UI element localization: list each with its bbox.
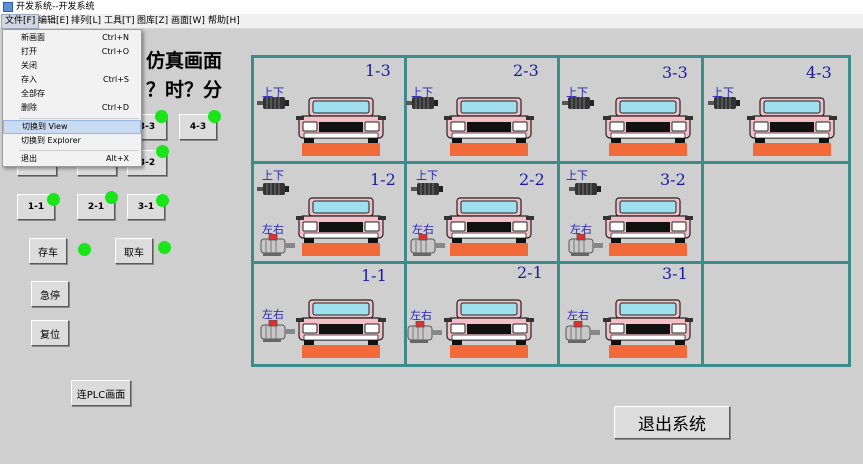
- menu-bar: 文件[F] 编辑[E] 排列[L] 工具[T] 图库[Z] 画面[W] 帮助[H…: [0, 14, 863, 29]
- slot-label-3-2: 3-2: [660, 170, 686, 189]
- screen-title: 仿真画面: [146, 50, 223, 72]
- car-icon: [296, 190, 386, 256]
- menu-item-save-all[interactable]: 全部存: [3, 87, 141, 101]
- menu-item-shortcut: Ctrl+S: [102, 75, 129, 84]
- traverse-motor-icon: [567, 234, 603, 256]
- menu-item-shortcut: Ctrl+N: [102, 33, 129, 42]
- menu-item-label: 删除: [21, 103, 37, 112]
- menu-item-label: 全部存: [21, 89, 45, 98]
- slot-label-1-2: 1-2: [370, 170, 396, 189]
- menu-item-label: 切换到 View: [22, 122, 68, 131]
- grid-divider: [557, 58, 560, 364]
- menu-item-close[interactable]: 关闭: [3, 59, 141, 73]
- grid-divider: [254, 261, 848, 264]
- menu-item-label: 打开: [21, 47, 37, 56]
- up-down-label: 上下: [566, 169, 588, 182]
- menu-item-switch-view[interactable]: 切换到 View: [3, 120, 141, 134]
- traverse-motor-icon: [259, 234, 295, 256]
- emergency-stop-button[interactable]: 急停: [31, 281, 69, 307]
- up-down-label: 上下: [262, 169, 284, 182]
- reset-button[interactable]: 复位: [31, 320, 69, 346]
- file-menu-dropdown: 新画面 Ctrl+N 打开 Ctrl+O 关闭 存入 Ctrl+S 全部存 删除…: [2, 29, 142, 167]
- menu-separator: [19, 118, 139, 119]
- app-icon: [3, 2, 13, 12]
- menu-item-label: 存入: [21, 75, 37, 84]
- indicator-3-3: [155, 110, 168, 123]
- car-icon: [296, 90, 386, 156]
- car-icon: [444, 90, 534, 156]
- menu-item-delete[interactable]: 删除 Ctrl+D: [3, 101, 141, 115]
- up-down-label: 上下: [416, 169, 438, 182]
- menu-item-switch-explorer[interactable]: 切换到 Explorer: [3, 134, 141, 148]
- lift-motor-icon: [562, 96, 594, 110]
- slot-label-3-3: 3-3: [662, 63, 688, 82]
- menu-screen[interactable]: 画面[W]: [168, 14, 208, 29]
- menu-tools[interactable]: 工具[T]: [101, 14, 138, 29]
- car-icon: [603, 90, 693, 156]
- menu-item-shortcut: Ctrl+O: [101, 47, 129, 56]
- car-icon: [603, 292, 693, 358]
- slot-label-1-1: 1-1: [361, 266, 387, 285]
- menu-item-open[interactable]: 打开 Ctrl+O: [3, 45, 141, 59]
- menu-item-shortcut: Ctrl+D: [101, 103, 129, 112]
- menu-arrange[interactable]: 排列[L]: [68, 14, 104, 29]
- menu-file[interactable]: 文件[F]: [1, 14, 40, 29]
- grid-divider: [701, 58, 704, 364]
- car-icon: [444, 292, 534, 358]
- menu-item-new-screen[interactable]: 新画面 Ctrl+N: [3, 31, 141, 45]
- menu-item-shortcut: Alt+X: [105, 154, 129, 163]
- exit-system-button[interactable]: 退出系统: [614, 406, 730, 439]
- menu-help[interactable]: 帮助[H]: [205, 14, 243, 29]
- retrieve-indicator: [158, 241, 171, 254]
- slot-label-3-1: 3-1: [662, 264, 688, 283]
- menu-item-save[interactable]: 存入 Ctrl+S: [3, 73, 141, 87]
- menu-item-label: 切换到 Explorer: [21, 136, 81, 145]
- indicator-2-1: [105, 191, 118, 204]
- lift-motor-icon: [411, 182, 443, 196]
- traverse-motor-icon: [409, 234, 445, 256]
- menu-item-label: 退出: [21, 154, 37, 163]
- grid-divider: [254, 161, 848, 164]
- menu-item-exit[interactable]: 退出 Alt+X: [3, 152, 141, 166]
- indicator-4-3: [208, 110, 221, 123]
- menu-item-label: 关闭: [21, 61, 37, 70]
- traverse-motor-icon: [406, 321, 442, 343]
- lift-motor-icon: [406, 96, 438, 110]
- car-icon: [603, 190, 693, 256]
- indicator-1-1: [47, 193, 60, 206]
- lift-motor-icon: [569, 182, 601, 196]
- lift-motor-icon: [257, 96, 289, 110]
- menu-gallery[interactable]: 图库[Z]: [134, 14, 171, 29]
- store-car-button[interactable]: 存车: [29, 238, 67, 264]
- window-title: 开发系统--开发系统: [16, 2, 95, 12]
- car-icon: [296, 292, 386, 358]
- window-title-bar: 开发系统--开发系统: [0, 0, 863, 14]
- slot-label-2-3: 2-3: [513, 61, 539, 80]
- indicator-3-1: [156, 194, 169, 207]
- traverse-motor-icon: [564, 321, 600, 343]
- traverse-motor-icon: [259, 320, 295, 342]
- slot-label-2-1: 2-1: [517, 263, 543, 282]
- slot-label-4-3: 4-3: [806, 63, 832, 82]
- menu-edit[interactable]: 编辑[E]: [35, 14, 72, 29]
- indicator-3-2: [156, 145, 169, 158]
- lift-motor-icon: [257, 182, 289, 196]
- slot-label-1-3: 1-3: [365, 61, 391, 80]
- menu-item-label: 新画面: [21, 33, 45, 42]
- retrieve-car-button[interactable]: 取车: [115, 238, 153, 264]
- car-icon: [747, 90, 837, 156]
- time-display: ？时？分: [146, 79, 223, 101]
- slot-label-2-2: 2-2: [519, 170, 545, 189]
- menu-separator: [19, 150, 139, 151]
- store-indicator: [78, 243, 91, 256]
- connect-plc-button[interactable]: 连PLC画面: [71, 380, 131, 406]
- car-icon: [444, 190, 534, 256]
- lift-motor-icon: [708, 96, 740, 110]
